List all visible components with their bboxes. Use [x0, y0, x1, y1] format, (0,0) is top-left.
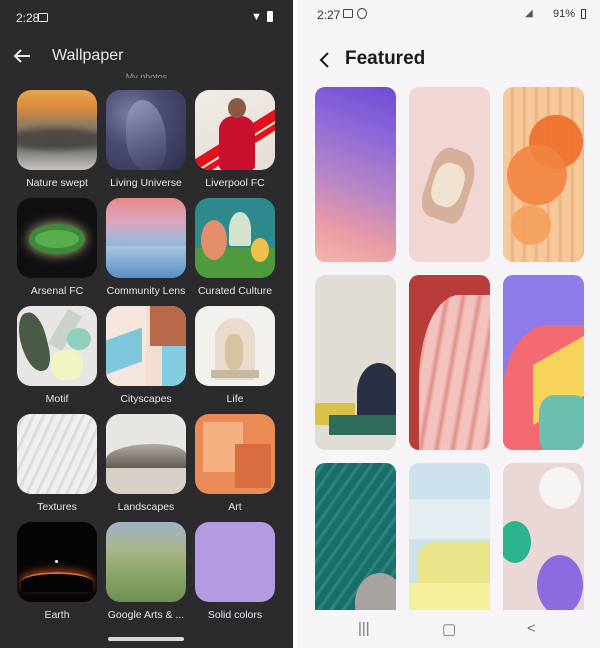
category-thumbnail[interactable] — [106, 414, 186, 494]
category-thumbnail[interactable] — [195, 522, 275, 602]
category-thumbnail[interactable] — [17, 90, 97, 170]
category-label: Curated Culture — [197, 285, 273, 297]
category-label: Life — [226, 393, 244, 405]
left-phone-screen: 2:28 ▼ Wallpaper My photos Nature swept — [0, 0, 293, 648]
recent-apps-icon[interactable]: ||| — [358, 620, 370, 637]
gallery-icon — [343, 9, 353, 18]
status-bar: 2:28 ▼ — [0, 0, 293, 34]
battery-icon — [581, 9, 586, 19]
category-thumbnail[interactable] — [17, 306, 97, 386]
back-chevron-icon[interactable] — [315, 50, 335, 70]
category-tile[interactable]: Landscapes — [106, 414, 186, 513]
category-tile[interactable]: Earth — [17, 522, 97, 621]
category-tile[interactable]: Textures — [17, 414, 97, 513]
category-thumbnail[interactable] — [17, 198, 97, 278]
category-thumbnail[interactable] — [106, 306, 186, 386]
category-tile[interactable]: Arsenal FC — [17, 198, 97, 297]
category-label: Art — [228, 501, 242, 513]
category-thumbnail[interactable] — [195, 198, 275, 278]
wallpaper-card[interactable] — [409, 87, 490, 262]
category-tile[interactable]: Life — [195, 306, 275, 405]
category-tile[interactable]: Google Arts & ... — [106, 522, 186, 621]
category-thumbnail[interactable] — [106, 90, 186, 170]
category-tile[interactable]: Cityscapes — [106, 306, 186, 405]
right-phone-screen: 2:27 ◢ 91% Featured ||| ▢ < — [297, 0, 600, 648]
wallpaper-card[interactable] — [315, 87, 396, 262]
page-title: Wallpaper — [52, 47, 124, 64]
navigation-bar: ||| ▢ < — [297, 610, 600, 648]
category-tile[interactable]: Curated Culture — [195, 198, 275, 297]
app-bar: Featured — [297, 40, 600, 80]
category-thumbnail[interactable] — [195, 90, 275, 170]
category-tile[interactable]: Community Lens — [106, 198, 186, 297]
category-tile[interactable]: Liverpool FC — [195, 90, 275, 189]
category-tile[interactable]: Nature swept — [17, 90, 97, 189]
battery-icon — [267, 11, 273, 22]
category-tile[interactable]: Solid colors — [195, 522, 275, 621]
status-bar: 2:27 ◢ 91% — [297, 0, 600, 30]
battery-percent: 91% — [553, 8, 576, 20]
back-icon[interactable]: < — [527, 620, 536, 637]
section-subtitle: My photos — [125, 72, 168, 78]
wallpaper-card[interactable] — [315, 275, 396, 450]
category-thumbnail[interactable] — [195, 306, 275, 386]
back-arrow-icon[interactable] — [10, 44, 34, 68]
category-thumbnail[interactable] — [106, 522, 186, 602]
category-tile[interactable]: Motif — [17, 306, 97, 405]
wifi-icon: ▼ — [251, 11, 262, 23]
status-time: 2:27 — [317, 8, 341, 22]
category-tile[interactable]: Living Universe — [106, 90, 186, 189]
wallpaper-card[interactable] — [503, 87, 584, 262]
category-label: Solid colors — [207, 609, 263, 621]
page-title: Featured — [345, 48, 426, 69]
category-thumbnail[interactable] — [17, 414, 97, 494]
category-thumbnail[interactable] — [106, 198, 186, 278]
notification-icon — [38, 13, 48, 22]
signal-icon: ◢ — [525, 8, 533, 19]
home-icon[interactable]: ▢ — [442, 620, 456, 638]
category-thumbnail[interactable] — [17, 522, 97, 602]
category-label: Liverpool FC — [205, 177, 265, 189]
location-icon — [357, 8, 367, 19]
home-gesture-bar[interactable] — [108, 637, 184, 641]
category-tile[interactable]: Art — [195, 414, 275, 513]
category-thumbnail[interactable] — [195, 414, 275, 494]
status-time: 2:28 — [16, 11, 40, 25]
wallpaper-card[interactable] — [409, 275, 490, 450]
wallpaper-card[interactable] — [503, 275, 584, 450]
